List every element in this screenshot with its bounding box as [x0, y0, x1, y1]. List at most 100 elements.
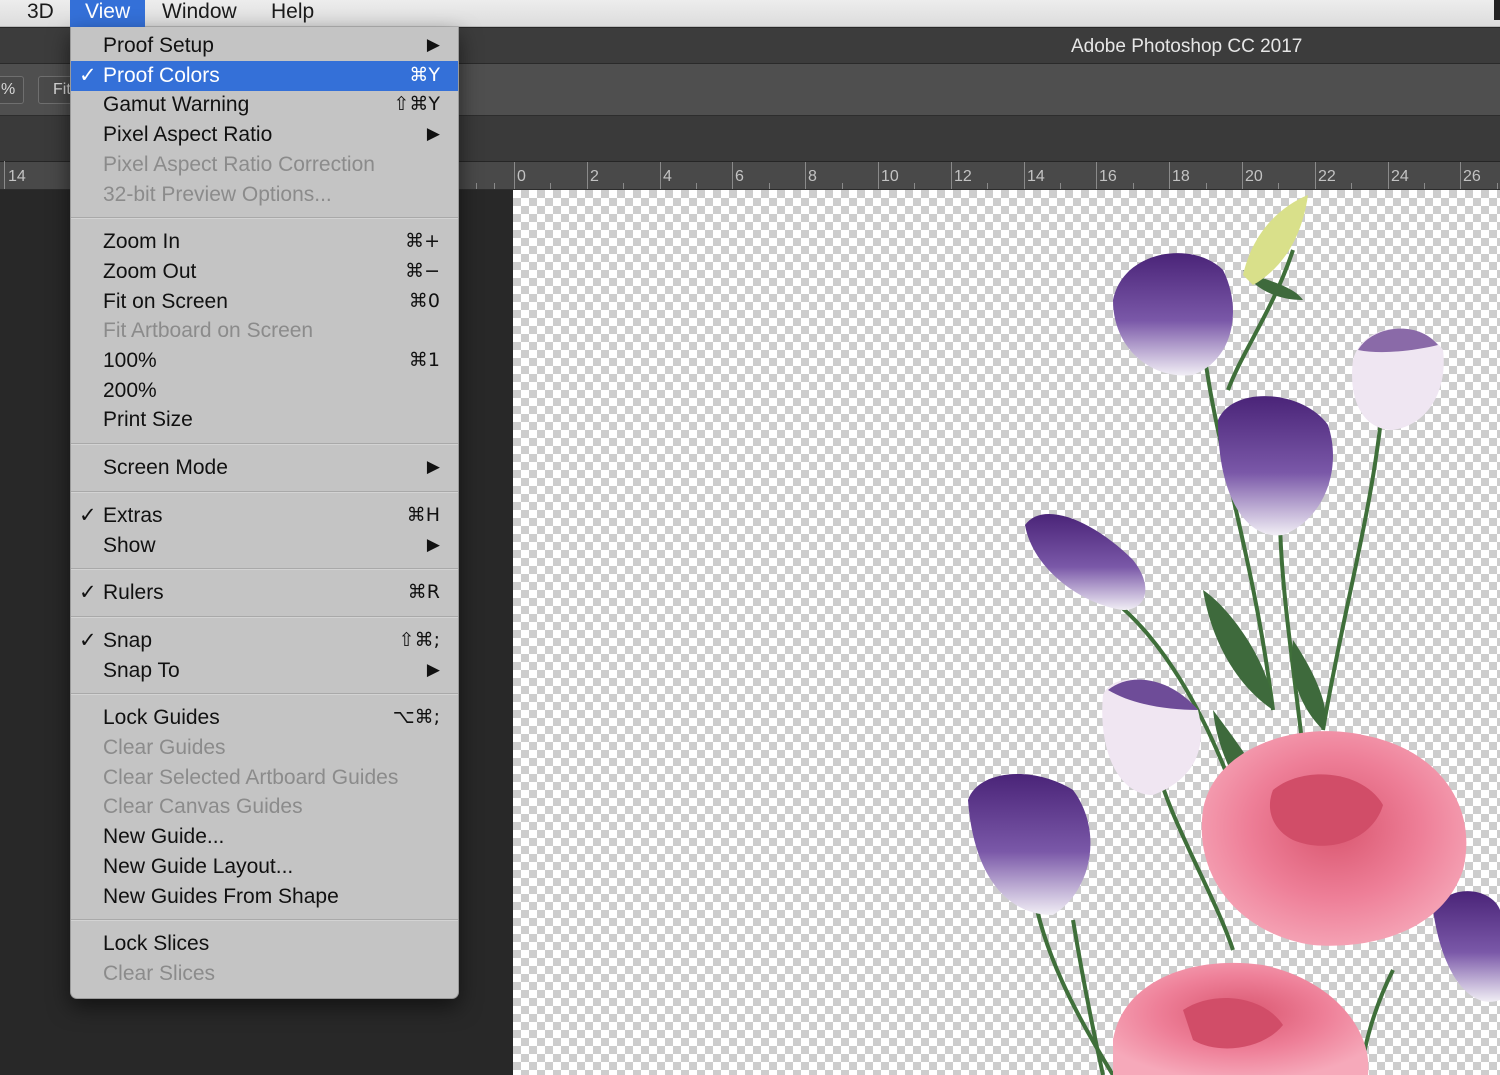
ruler-label: 14 [1027, 168, 1045, 185]
menu-item-gamut-warning[interactable]: Gamut Warning ⇧⌘Y [71, 90, 458, 120]
ruler-major-tick [660, 162, 661, 189]
menu-item-label: Zoom Out [103, 259, 197, 283]
menu-item-snap-to[interactable]: Snap To ▶ [71, 656, 458, 686]
ruler-label: 18 [1172, 168, 1190, 185]
checkmark-icon: ✓ [79, 63, 97, 87]
menu-item-shortcut: ⌘H [406, 503, 440, 526]
menu-item-rulers[interactable]: ✓ Rulers ⌘R [71, 578, 458, 608]
submenu-arrow-icon: ▶ [426, 124, 440, 144]
menu-item-label: 200% [103, 378, 157, 402]
menu-item-label: Show [103, 533, 156, 557]
menu-item-zoom-in[interactable]: Zoom In ⌘+ [71, 227, 458, 257]
menu-item-snap[interactable]: ✓ Snap ⇧⌘; [71, 626, 458, 656]
menu-item-label: Zoom In [103, 230, 181, 254]
menu-item-lock-slices[interactable]: Lock Slices [71, 929, 458, 959]
menu-item-shortcut: ⌘+ [405, 230, 440, 253]
ruler-minor-tick [842, 183, 843, 189]
menu-item-show[interactable]: Show ▶ [71, 531, 458, 561]
ruler-minor-tick [987, 183, 988, 189]
menu-item-label: New Guides From Shape [103, 884, 339, 908]
ruler-minor-tick [1206, 183, 1207, 189]
ruler-minor-tick [1497, 183, 1498, 189]
menu-item-print-size[interactable]: Print Size [71, 405, 458, 435]
ruler-major-tick [1460, 162, 1461, 189]
menu-item-lock-guides[interactable]: Lock Guides ⌥⌘; [71, 703, 458, 733]
ruler-minor-tick [696, 183, 697, 189]
ruler-minor-tick [1133, 183, 1134, 189]
menu-item-label: Proof Setup [103, 34, 214, 57]
ruler-minor-tick [623, 183, 624, 189]
menu-item-clear-selected-artboard-guides: Clear Selected Artboard Guides [71, 763, 458, 793]
flower-bud [1243, 195, 1308, 285]
menu-item-pixel-aspect-ratio[interactable]: Pixel Aspect Ratio ▶ [71, 120, 458, 150]
ruler-major-tick [1096, 162, 1097, 189]
menu-separator [71, 919, 458, 922]
menu-item-fit-on-screen[interactable]: Fit on Screen ⌘0 [71, 287, 458, 317]
checkmark-icon: ✓ [79, 628, 97, 652]
menu-item-shortcut: ⇧⌘; [398, 628, 440, 651]
ruler-label: 16 [1099, 168, 1117, 185]
menu-item-new-guides-from-shape[interactable]: New Guides From Shape [71, 882, 458, 912]
menu-item-clear-canvas-guides: Clear Canvas Guides [71, 792, 458, 822]
menu-separator [71, 693, 458, 696]
menu-item-200[interactable]: 200% [71, 376, 458, 406]
stems [1031, 249, 1395, 1075]
menu-item-clear-slices: Clear Slices [71, 959, 458, 989]
view-menu-dropdown: Proof Setup ▶ ✓ Proof Colors ⌘Y Gamut Warning… [70, 27, 459, 999]
ruler-label: 8 [808, 168, 817, 185]
menu-item-label: Lock Slices [103, 932, 210, 956]
menu-item-zoom-out[interactable]: Zoom Out ⌘− [71, 257, 458, 287]
menu-item-label: Snap To [103, 658, 180, 682]
menu-separator [71, 490, 458, 493]
menu-item-extras[interactable]: ✓ Extras ⌘H [71, 501, 458, 531]
ruler-minor-tick [476, 183, 477, 189]
ruler-minor-tick [1351, 183, 1352, 189]
ruler-label: 22 [1318, 168, 1336, 185]
menu-separator [71, 568, 458, 571]
ruler-label: 6 [735, 168, 744, 185]
document-canvas[interactable] [513, 190, 1500, 1075]
ruler-left-segment[interactable]: 14 [0, 161, 70, 190]
ruler-minor-tick [494, 183, 495, 189]
menu-item-label: 32-bit Preview Options... [103, 182, 332, 206]
menu-item-label: Lock Guides [103, 706, 220, 730]
menu-item-shortcut: ⌘− [405, 259, 440, 282]
menu-item-label: Clear Selected Artboard Guides [103, 765, 399, 789]
menu-item-100[interactable]: 100% ⌘1 [71, 346, 458, 376]
menu-item-label: Rulers [103, 581, 164, 605]
menubar-item-window[interactable]: Window [148, 0, 251, 27]
menu-item-new-guide-layout[interactable]: New Guide Layout... [71, 852, 458, 882]
menu-item-new-guide[interactable]: New Guide... [71, 822, 458, 852]
menubar-edge-icon [1494, 0, 1500, 20]
ruler-major-tick [1169, 162, 1170, 189]
menu-item-label: Clear Canvas Guides [103, 795, 303, 819]
ruler-major-tick [805, 162, 806, 189]
ruler-minor-tick [1278, 183, 1279, 189]
menu-item-label: Pixel Aspect Ratio [103, 123, 273, 147]
submenu-arrow-icon: ▶ [426, 659, 440, 679]
ruler-major-tick [1242, 162, 1243, 189]
menu-item-screen-mode[interactable]: Screen Mode ▶ [71, 453, 458, 483]
menu-item-label: Proof Colors [103, 63, 220, 87]
zoom-percent-field[interactable]: % [0, 76, 24, 104]
menu-item-proof-colors[interactable]: ✓ Proof Colors ⌘Y [71, 60, 458, 91]
horizontal-ruler[interactable]: 0 2 4 6 8 10 12 14 16 18 20 22 24 26 [458, 162, 1500, 190]
menu-item-label: Clear Slices [103, 961, 216, 985]
menubar-item-3d[interactable]: 3D [13, 0, 68, 27]
menu-item-label: Gamut Warning [103, 93, 250, 117]
menu-item-shortcut: ⌘1 [408, 349, 440, 371]
menu-item-pixel-aspect-ratio-correction: Pixel Aspect Ratio Correction [71, 150, 458, 180]
ruler-major-tick [1315, 162, 1316, 189]
menubar-item-help[interactable]: Help [257, 0, 328, 27]
menu-item-shortcut: ⌘Y [409, 63, 440, 86]
ruler-major-tick [1024, 162, 1025, 189]
ruler-label: 24 [1391, 168, 1409, 185]
checkmark-icon: ✓ [79, 503, 97, 527]
menu-item-label: Print Size [103, 408, 193, 432]
menu-item-label: Fit Artboard on Screen [103, 319, 314, 343]
menu-item-label: Pixel Aspect Ratio Correction [103, 152, 375, 176]
ruler-label: 26 [1463, 168, 1481, 185]
menubar-item-view[interactable]: View [70, 0, 146, 27]
ruler-minor-tick [1060, 183, 1061, 189]
menu-item-proof-setup[interactable]: Proof Setup ▶ [71, 31, 458, 61]
